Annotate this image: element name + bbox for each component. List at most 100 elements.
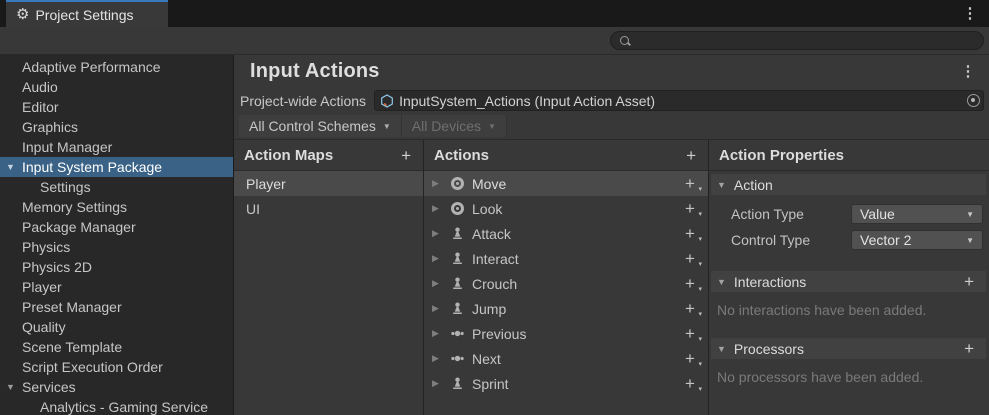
- expand-icon[interactable]: ▶: [432, 178, 442, 189]
- project-settings-window: ⚙ Project Settings ⋮ Adaptive Performanc…: [0, 0, 989, 415]
- add-binding-button[interactable]: +▾: [684, 350, 702, 368]
- expand-icon[interactable]: ▶: [432, 278, 442, 289]
- search-icon: [619, 35, 631, 47]
- dropdown-arrow-icon: ▼: [966, 236, 974, 245]
- sidebar-item-editor[interactable]: Editor: [0, 97, 233, 117]
- action-row-move[interactable]: ▶ Move +▾: [424, 171, 708, 196]
- action-section-foldout[interactable]: ▼ Action: [711, 174, 986, 195]
- search-toolbar: [0, 27, 989, 55]
- window-menu-icon[interactable]: ⋮: [959, 2, 981, 24]
- action-properties-column: Action Properties ▼ Action Action Type V…: [709, 140, 989, 415]
- button-control-icon: [450, 377, 464, 391]
- add-binding-button[interactable]: +▾: [684, 325, 702, 343]
- vector2-control-icon: [450, 177, 464, 191]
- action-type-dropdown[interactable]: Value ▼: [851, 204, 983, 224]
- search-input[interactable]: [636, 33, 975, 48]
- foldout-open-icon[interactable]: ▼: [6, 382, 15, 392]
- dropdown-arrow-icon: ▼: [488, 122, 496, 131]
- sidebar-item-memory-settings[interactable]: Memory Settings: [0, 197, 233, 217]
- add-interaction-button[interactable]: +: [960, 273, 978, 290]
- sidebar-item-script-execution-order[interactable]: Script Execution Order: [0, 357, 233, 377]
- sidebar-item-analytics[interactable]: Analytics - Gaming Service: [0, 397, 233, 415]
- asset-field-value: InputSystem_Actions (Input Action Asset): [399, 93, 962, 109]
- action-maps-column: Action Maps + Player UI: [234, 140, 424, 415]
- action-row-crouch[interactable]: ▶ Crouch +▾: [424, 271, 708, 296]
- action-map-row-ui[interactable]: UI: [234, 196, 423, 221]
- add-binding-button[interactable]: +▾: [684, 275, 702, 293]
- sidebar-item-input-system-package[interactable]: ▼ Input System Package: [0, 157, 233, 177]
- gear-icon: ⚙: [16, 7, 29, 22]
- action-row-interact[interactable]: ▶ Interact +▾: [424, 246, 708, 271]
- expand-icon[interactable]: ▶: [432, 203, 442, 214]
- processors-section-foldout[interactable]: ▼ Processors +: [711, 338, 986, 359]
- tab-title: Project Settings: [35, 7, 133, 23]
- sidebar-item-package-manager[interactable]: Package Manager: [0, 217, 233, 237]
- sidebar-item-quality[interactable]: Quality: [0, 317, 233, 337]
- control-type-dropdown[interactable]: Vector 2 ▼: [851, 230, 983, 250]
- actions-column: Actions + ▶ Move +▾ ▶ Look +▾: [424, 140, 709, 415]
- action-map-row-player[interactable]: Player: [234, 171, 423, 196]
- title-tab-bar: ⚙ Project Settings ⋮: [0, 0, 989, 27]
- input-actions-panel: Input Actions ⋮ Project-wide Actions Inp…: [234, 55, 989, 415]
- foldout-open-icon: ▼: [717, 277, 726, 287]
- settings-sidebar: Adaptive Performance Audio Editor Graphi…: [0, 55, 234, 415]
- devices-dropdown[interactable]: All Devices ▼: [402, 115, 507, 137]
- panel-menu-icon[interactable]: ⋮: [957, 64, 979, 79]
- sidebar-item-services[interactable]: ▼ Services: [0, 377, 233, 397]
- action-type-label: Action Type: [731, 206, 851, 222]
- action-row-next[interactable]: ▶ Next +▾: [424, 346, 708, 371]
- action-row-attack[interactable]: ▶ Attack +▾: [424, 221, 708, 246]
- sidebar-item-settings[interactable]: Settings: [0, 177, 233, 197]
- expand-icon[interactable]: ▶: [432, 353, 442, 364]
- processors-empty-message: No processors have been added.: [717, 369, 989, 385]
- expand-icon[interactable]: ▶: [432, 328, 442, 339]
- sidebar-item-physics-2d[interactable]: Physics 2D: [0, 257, 233, 277]
- input-action-asset-icon: [380, 94, 394, 108]
- add-binding-button[interactable]: +▾: [684, 250, 702, 268]
- search-box[interactable]: [610, 31, 984, 50]
- vector2-control-icon: [450, 202, 464, 216]
- button-control-icon: [450, 277, 464, 291]
- button-control-icon: [450, 302, 464, 316]
- action-row-look[interactable]: ▶ Look +▾: [424, 196, 708, 221]
- sidebar-item-scene-template[interactable]: Scene Template: [0, 337, 233, 357]
- add-binding-button[interactable]: +▾: [684, 175, 702, 193]
- add-action-map-button[interactable]: +: [397, 147, 415, 164]
- button-control-icon: [450, 252, 464, 266]
- dropdown-arrow-icon: ▼: [383, 122, 391, 131]
- control-schemes-dropdown[interactable]: All Control Schemes ▼: [239, 115, 402, 137]
- foldout-open-icon[interactable]: ▼: [6, 162, 15, 172]
- sidebar-item-graphics[interactable]: Graphics: [0, 117, 233, 137]
- tab-project-settings[interactable]: ⚙ Project Settings: [6, 0, 168, 27]
- control-type-label: Control Type: [731, 232, 851, 248]
- add-binding-button[interactable]: +▾: [684, 375, 702, 393]
- button-control-icon: [450, 227, 464, 241]
- sidebar-item-adaptive-performance[interactable]: Adaptive Performance: [0, 57, 233, 77]
- object-picker-icon[interactable]: [967, 94, 980, 107]
- expand-icon[interactable]: ▶: [432, 378, 442, 389]
- project-wide-actions-field[interactable]: InputSystem_Actions (Input Action Asset): [374, 90, 984, 111]
- add-binding-button[interactable]: +▾: [684, 225, 702, 243]
- sidebar-item-player[interactable]: Player: [0, 277, 233, 297]
- foldout-open-icon: ▼: [717, 180, 726, 190]
- action-row-jump[interactable]: ▶ Jump +▾: [424, 296, 708, 321]
- add-binding-button[interactable]: +▾: [684, 300, 702, 318]
- sidebar-item-input-manager[interactable]: Input Manager: [0, 137, 233, 157]
- sidebar-item-physics[interactable]: Physics: [0, 237, 233, 257]
- dropdown-arrow-icon: ▼: [966, 210, 974, 219]
- sidebar-item-audio[interactable]: Audio: [0, 77, 233, 97]
- expand-icon[interactable]: ▶: [432, 303, 442, 314]
- axis-control-icon: [450, 352, 464, 366]
- sidebar-item-preset-manager[interactable]: Preset Manager: [0, 297, 233, 317]
- action-maps-header: Action Maps: [244, 147, 397, 164]
- add-binding-button[interactable]: +▾: [684, 200, 702, 218]
- action-properties-header: Action Properties: [719, 147, 981, 164]
- action-row-sprint[interactable]: ▶ Sprint +▾: [424, 371, 708, 396]
- page-title: Input Actions: [250, 60, 380, 83]
- action-row-previous[interactable]: ▶ Previous +▾: [424, 321, 708, 346]
- expand-icon[interactable]: ▶: [432, 253, 442, 264]
- add-action-button[interactable]: +: [682, 147, 700, 164]
- interactions-section-foldout[interactable]: ▼ Interactions +: [711, 271, 986, 292]
- add-processor-button[interactable]: +: [960, 340, 978, 357]
- expand-icon[interactable]: ▶: [432, 228, 442, 239]
